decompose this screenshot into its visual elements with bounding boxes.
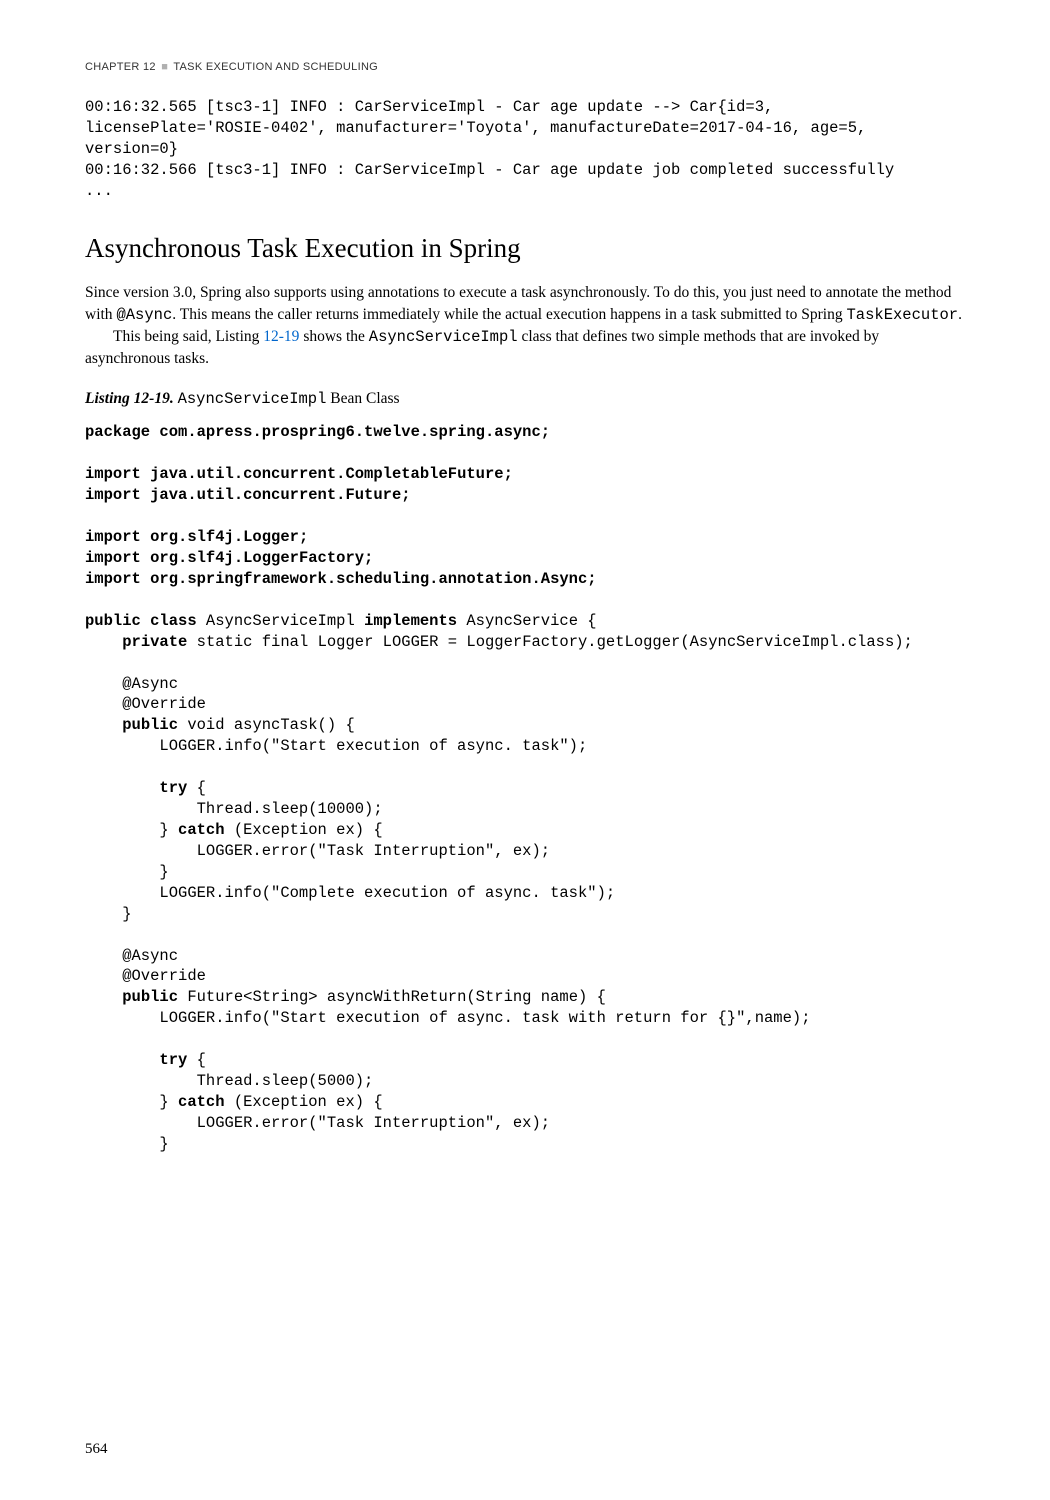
console-line-2: 00:16:32.566 [tsc3-1] INFO : CarServiceI… bbox=[85, 161, 894, 179]
chapter-title: TASK EXECUTION AND SCHEDULING bbox=[173, 61, 378, 73]
inline-code-taskexecutor: TaskExecutor bbox=[846, 306, 958, 324]
page-number: 564 bbox=[85, 1439, 108, 1460]
listing-reference-link[interactable]: 12-19 bbox=[263, 328, 299, 345]
console-line-1: 00:16:32.565 [tsc3-1] INFO : CarServiceI… bbox=[85, 98, 876, 158]
listing-caption-code: AsyncServiceImpl bbox=[178, 390, 327, 408]
paragraph-1: Since version 3.0, Spring also supports … bbox=[85, 282, 965, 326]
console-line-3: ... bbox=[85, 182, 113, 200]
console-output: 00:16:32.565 [tsc3-1] INFO : CarServiceI… bbox=[85, 97, 965, 202]
header-separator: ■ bbox=[161, 61, 168, 73]
inline-code-asyncserviceimpl: AsyncServiceImpl bbox=[369, 328, 518, 346]
page-header: CHAPTER 12 ■ TASK EXECUTION AND SCHEDULI… bbox=[85, 60, 965, 75]
listing-caption-suffix: Bean Class bbox=[326, 390, 399, 407]
chapter-label: CHAPTER 12 bbox=[85, 61, 156, 73]
code-block: package com.apress.prospring6.twelve.spr… bbox=[85, 422, 965, 1154]
section-heading: Asynchronous Task Execution in Spring bbox=[85, 230, 965, 268]
inline-code-async: @Async bbox=[116, 306, 172, 324]
paragraph-2: This being said, Listing 12-19 shows the… bbox=[85, 326, 965, 370]
listing-label: Listing 12-19. bbox=[85, 390, 174, 407]
listing-caption: Listing 12-19. AsyncServiceImpl Bean Cla… bbox=[85, 388, 965, 411]
